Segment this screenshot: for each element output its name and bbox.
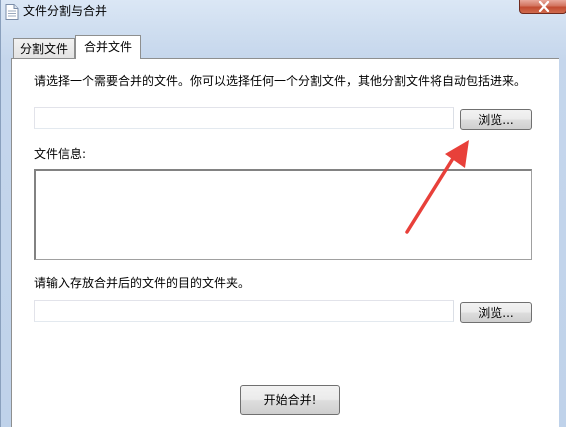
tab-merge-file[interactable]: 合并文件	[75, 35, 141, 59]
dest-folder-input[interactable]	[34, 300, 454, 322]
start-merge-button[interactable]: 开始合并!	[240, 385, 340, 415]
merge-panel: 请选择一个需要合并的文件。你可以选择任何一个分割文件，其他分割文件将自动包括进来…	[11, 58, 559, 427]
title-bar[interactable]: 文件分割与合并	[1, 0, 566, 30]
dest-folder-instruction: 请输入存放合并后的文件的目的文件夹。	[34, 276, 251, 290]
app-window: 文件分割与合并 分割文件 合并文件 请选择一个需要合并的文件。你可以选择任何一个…	[0, 0, 566, 427]
source-file-input[interactable]	[34, 107, 454, 129]
document-icon	[5, 4, 19, 20]
merge-instruction: 请选择一个需要合并的文件。你可以选择任何一个分割文件，其他分割文件将自动包括进来…	[34, 74, 527, 88]
close-icon	[538, 1, 550, 12]
close-button[interactable]	[519, 0, 566, 14]
browse-dest-button[interactable]: 浏览...	[460, 302, 532, 323]
tab-split-file[interactable]: 分割文件	[13, 38, 75, 58]
file-info-label: 文件信息:	[34, 147, 87, 161]
browse-source-button[interactable]: 浏览...	[460, 109, 532, 130]
file-info-textarea[interactable]	[34, 169, 532, 260]
window-title: 文件分割与合并	[23, 4, 108, 18]
tab-control: 分割文件 合并文件 请选择一个需要合并的文件。你可以选择任何一个分割文件，其他分…	[9, 34, 559, 427]
